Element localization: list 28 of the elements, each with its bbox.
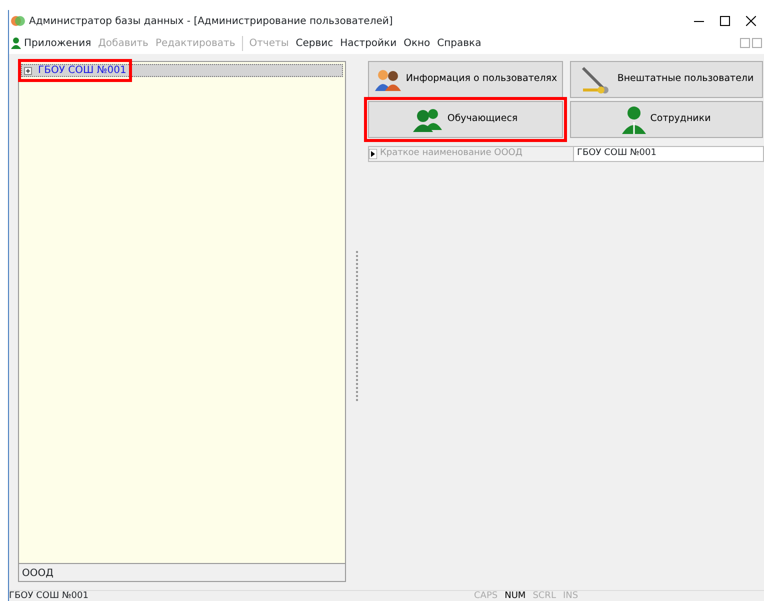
status-indicator: SCRL (532, 591, 556, 601)
menu-item[interactable]: Приложения (24, 36, 92, 50)
status-indicator: CAPS (474, 591, 498, 601)
tree-item-label: ГБОУ СОШ №001 (37, 64, 128, 78)
status-text: ГБОУ СОШ №001 (9, 591, 90, 601)
tool-button[interactable]: Внештатные пользователи (570, 61, 763, 98)
maximize-icon[interactable] (720, 16, 730, 26)
property-value[interactable]: ГБОУ СОШ №001 (574, 147, 763, 161)
tool-button[interactable]: Сотрудники (570, 101, 763, 138)
menu-item[interactable]: Справка (437, 36, 482, 50)
row-pointer-icon (369, 149, 377, 159)
window-title: Администратор базы данных - [Администрирование пользователей] (29, 14, 393, 28)
app-logo-icon (11, 15, 25, 27)
menu-item[interactable]: Окно (404, 36, 430, 50)
status-indicator: INS (562, 591, 578, 601)
user-icon (622, 106, 646, 134)
close-icon[interactable] (746, 16, 756, 26)
tool-button[interactable]: Информация о пользователях (368, 61, 563, 98)
tree-footer: ОООД (19, 563, 345, 581)
menu-item[interactable]: Настройки (340, 36, 397, 50)
expand-icon[interactable] (24, 66, 32, 74)
status-indicator: NUM (504, 591, 526, 601)
splitter-handle[interactable] (356, 250, 358, 400)
users-icon (413, 108, 444, 132)
user-icon (11, 37, 21, 49)
menu-item[interactable]: Сервис (296, 36, 334, 50)
property-name: Краткое наименование ОООД (369, 147, 574, 161)
people-icon (374, 68, 402, 90)
